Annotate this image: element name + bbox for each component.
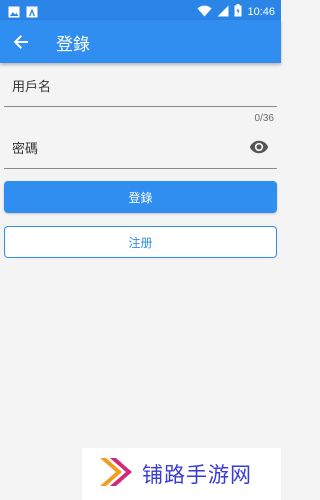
username-underline xyxy=(4,106,277,107)
password-counter: 0/36 xyxy=(254,113,274,124)
status-time: 10:46 xyxy=(247,5,275,18)
page-title: 登錄 xyxy=(56,35,90,55)
app-bar: 登錄 xyxy=(0,20,281,63)
password-underline xyxy=(4,168,277,169)
toggle-password-visibility[interactable] xyxy=(249,137,269,157)
wifi-icon xyxy=(197,2,212,21)
watermark-text: 铺路手游网 xyxy=(142,463,252,487)
eye-icon xyxy=(249,140,269,161)
arrow-back-icon xyxy=(8,35,34,59)
battery-icon xyxy=(234,2,242,21)
username-field[interactable]: 用戶名 xyxy=(4,63,277,107)
back-button[interactable] xyxy=(8,29,34,55)
login-button[interactable]: 登錄 xyxy=(4,181,277,213)
password-label: 密碼 xyxy=(12,142,39,157)
status-bar: 10:46 xyxy=(0,0,281,20)
signal-icon xyxy=(217,2,229,21)
watermark-logo-icon xyxy=(96,452,136,496)
watermark: 铺路手游网 xyxy=(82,448,281,500)
username-label: 用戶名 xyxy=(12,80,52,95)
password-field[interactable]: 密碼 xyxy=(4,126,277,170)
register-button[interactable]: 注册 xyxy=(4,226,277,258)
